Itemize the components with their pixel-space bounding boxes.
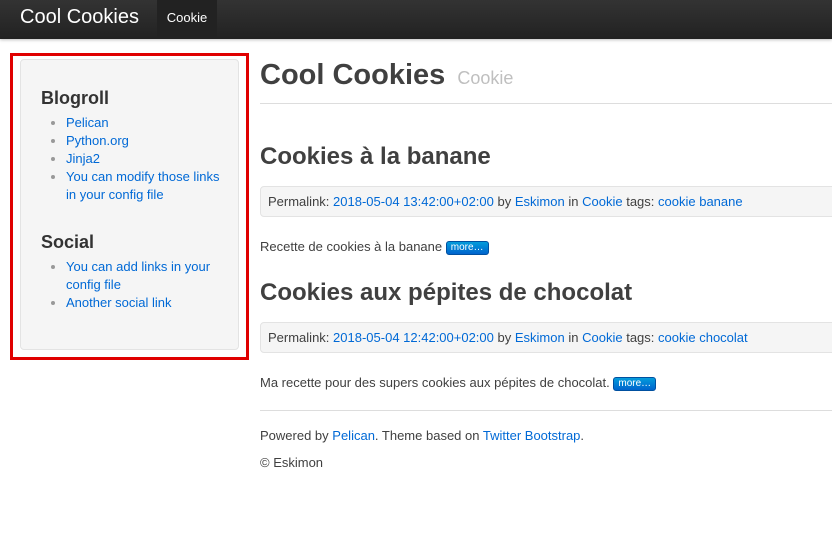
by-label: by — [497, 330, 512, 345]
summary-text: Ma recette pour des supers cookies aux p… — [260, 375, 610, 390]
top-navbar: Cool Cookies Cookie — [0, 0, 832, 39]
theme-text: . Theme based on — [374, 428, 480, 443]
blogroll-link-python[interactable]: Python.org — [66, 133, 129, 148]
category-link[interactable]: Cookie — [582, 194, 622, 209]
footer-credits: Powered by Pelican. Theme based on Twitt… — [260, 427, 584, 445]
post-summary-chocolat: Ma recette pour des supers cookies aux p… — [260, 374, 657, 392]
nav-item-cookie[interactable]: Cookie — [157, 0, 217, 39]
author-link[interactable]: Eskimon — [515, 330, 565, 345]
social-link-another[interactable]: Another social link — [66, 295, 172, 310]
page-title-text: Cool Cookies — [260, 59, 446, 91]
post-meta-chocolat: Permalink: 2018-05-04 12:42:00+02:00 by … — [260, 322, 832, 353]
blogroll-list: Pelican Python.org Jinja2 You can modify… — [51, 114, 226, 204]
post-meta-banane: Permalink: 2018-05-04 13:42:00+02:00 by … — [260, 186, 832, 217]
bootstrap-link[interactable]: Twitter Bootstrap — [483, 428, 581, 443]
post-title-chocolat[interactable]: Cookies aux pépites de chocolat — [260, 279, 632, 307]
blogroll-link-jinja2[interactable]: Jinja2 — [66, 151, 100, 166]
blogroll-link-pelican[interactable]: Pelican — [66, 115, 109, 130]
sidebar: Blogroll Pelican Python.org Jinja2 You c… — [20, 59, 239, 350]
summary-text: Recette de cookies à la banane — [260, 239, 443, 254]
more-button[interactable]: more… — [613, 376, 657, 391]
permalink-label: Permalink: — [268, 330, 330, 345]
list-item: You can add links in your config file — [66, 258, 231, 294]
in-label: in — [568, 194, 579, 209]
permalink-date-link[interactable]: 2018-05-04 13:42:00+02:00 — [333, 194, 494, 209]
brand-link[interactable]: Cool Cookies — [20, 5, 139, 29]
tags-label: tags: — [626, 194, 655, 209]
social-link-config[interactable]: You can add links in your config file — [66, 259, 210, 292]
footer-divider — [260, 410, 832, 411]
footer-period: . — [580, 428, 585, 443]
author-link[interactable]: Eskimon — [515, 194, 565, 209]
more-button[interactable]: more… — [445, 240, 489, 255]
permalink-label: Permalink: — [268, 194, 330, 209]
social-heading: Social — [41, 232, 95, 252]
tag-link-banane[interactable]: banane — [699, 194, 742, 209]
page-subtitle: Cookie — [457, 68, 514, 88]
blogroll-link-config[interactable]: You can modify those links in your confi… — [66, 169, 219, 202]
tags-label: tags: — [626, 330, 655, 345]
tag-link-chocolat[interactable]: chocolat — [699, 330, 747, 345]
tag-link-cookie[interactable]: cookie — [658, 194, 696, 209]
category-link[interactable]: Cookie — [582, 330, 622, 345]
list-item: You can modify those links in your confi… — [66, 168, 226, 204]
list-item: Another social link — [66, 294, 231, 312]
post-summary-banane: Recette de cookies à la banane more… — [260, 238, 489, 256]
by-label: by — [497, 194, 512, 209]
post-title-banane[interactable]: Cookies à la banane — [260, 143, 491, 171]
copyright: © Eskimon — [260, 455, 324, 470]
pelican-link[interactable]: Pelican — [332, 428, 375, 443]
list-item: Python.org — [66, 132, 226, 150]
page-title: Cool Cookies Cookie — [260, 58, 513, 95]
list-item: Jinja2 — [66, 150, 226, 168]
in-label: in — [568, 330, 579, 345]
powered-by-text: Powered by — [260, 428, 329, 443]
list-item: Pelican — [66, 114, 226, 132]
permalink-date-link[interactable]: 2018-05-04 12:42:00+02:00 — [333, 330, 494, 345]
social-list: You can add links in your config file An… — [51, 258, 231, 312]
header-divider — [260, 103, 832, 104]
blogroll-heading: Blogroll — [41, 88, 109, 108]
tag-link-cookie[interactable]: cookie — [658, 330, 696, 345]
